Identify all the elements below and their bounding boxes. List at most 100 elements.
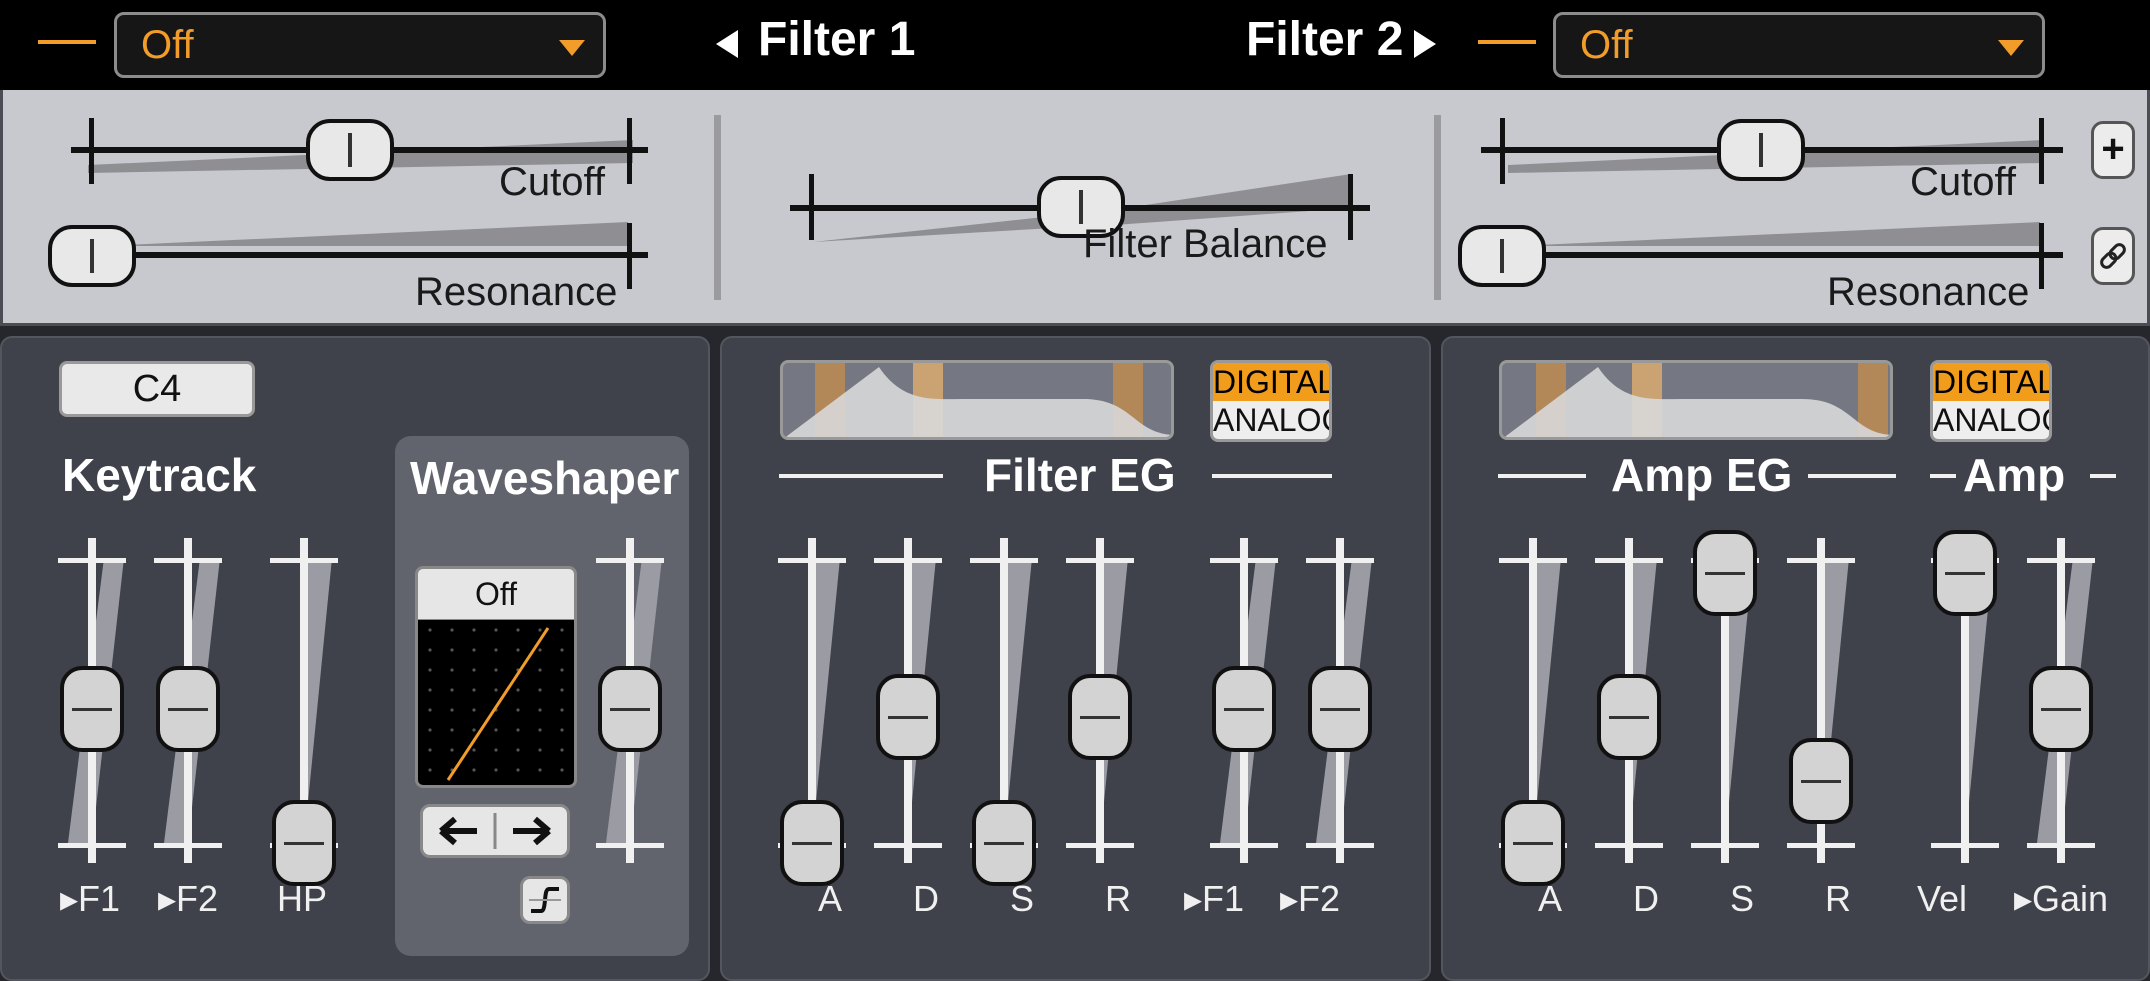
tick (2039, 223, 2044, 289)
divider (2090, 474, 2116, 478)
filter1-resonance-knob[interactable] (48, 225, 136, 287)
tick (778, 558, 846, 563)
filter2-resonance-knob[interactable] (1458, 225, 1546, 287)
filter2-cutoff-knob[interactable] (1717, 119, 1805, 181)
tick (1595, 558, 1663, 563)
tick (1595, 843, 1663, 848)
tick (874, 558, 942, 563)
tick (809, 174, 814, 240)
digital-option[interactable]: DIGITAL (1213, 363, 1329, 401)
filter-eg-f2-slider-knob[interactable] (1308, 666, 1372, 752)
divider (1930, 474, 1956, 478)
filter2-title[interactable]: Filter 2 (1246, 12, 1403, 67)
waveshaper-curve (428, 627, 564, 781)
slider-label: ▸Gain (2013, 878, 2109, 919)
tick (596, 558, 664, 563)
amp-title: Amp (1963, 449, 2066, 501)
link-icon (2100, 243, 2126, 269)
filter2-resonance-track[interactable] (1508, 252, 2063, 258)
filter1-title[interactable]: Filter 1 (758, 12, 915, 67)
dropdown-arrow-icon (559, 40, 585, 56)
tick (270, 558, 338, 563)
link-button[interactable] (2091, 227, 2135, 285)
filter-eg-attack-slider-knob[interactable] (780, 800, 844, 886)
tick (1066, 558, 1134, 563)
tick (154, 843, 222, 848)
filter-eg-mode-switch[interactable]: DIGITAL ANALOG (1210, 360, 1332, 442)
waveshaper-slider-knob[interactable] (598, 666, 662, 752)
waveshaper-display (415, 620, 577, 788)
filter-eg-section: DIGITAL ANALOG Filter EG A D S R ▸F1 ▸F2 (720, 336, 1431, 981)
slider-label: R (1825, 878, 1851, 919)
add-button[interactable]: + (2091, 121, 2135, 179)
keytrack-section: C4 Keytrack Waveshaper Off ▸F1 ▸F2 HP (0, 336, 710, 981)
curve-button[interactable] (520, 876, 570, 924)
waveshaper-mode[interactable]: Off (415, 566, 577, 622)
filter1-resonance-track[interactable] (98, 252, 648, 258)
amp-eg-attack-slider-knob[interactable] (1501, 800, 1565, 886)
balance-label: Filter Balance (1083, 222, 1328, 266)
filter1-resonance-ramp (103, 222, 628, 246)
amp-eg-shape (1504, 363, 1890, 437)
slider-label: ▸F1 (1183, 878, 1245, 919)
chevron-right-icon[interactable] (1414, 30, 1436, 58)
filter1-type-value: Off (141, 23, 194, 67)
filter-panel: Cutoff Resonance Filter Balance Cutoff R… (0, 90, 2150, 326)
divider (1212, 474, 1332, 478)
filter2-type-value: Off (1580, 23, 1633, 67)
arrow-right-icon (513, 816, 551, 846)
filter2-resonance-label: Resonance (1827, 270, 2030, 314)
amp-eg-decay-slider-knob[interactable] (1597, 674, 1661, 760)
filter2-indicator (1478, 40, 1536, 44)
slider-label: S (1729, 878, 1754, 919)
tick (58, 843, 126, 848)
amp-eg-mode-switch[interactable]: DIGITAL ANALOG (1930, 360, 2052, 442)
keytrack-title: Keytrack (62, 449, 257, 501)
chevron-left-icon[interactable] (716, 30, 738, 58)
filter1-type-dropdown[interactable]: Off (114, 12, 606, 78)
filter1-cutoff-label: Cutoff (499, 160, 605, 204)
tick (1210, 558, 1278, 563)
analog-option[interactable]: ANALOG (1933, 401, 2049, 439)
slider-label: ▸F2 (157, 878, 219, 919)
separator (714, 115, 721, 300)
keytrack-note-field[interactable]: C4 (59, 361, 255, 417)
slider-label: Vel (1916, 878, 1968, 919)
amp-eg-sustain-slider-knob[interactable] (1693, 530, 1757, 616)
tick (1306, 843, 1374, 848)
tick (1066, 843, 1134, 848)
keytrack-f2-slider-knob[interactable] (156, 666, 220, 752)
tick (2027, 843, 2095, 848)
amp-gain-slider-knob[interactable] (2029, 666, 2093, 752)
filter2-resonance-ramp (1515, 222, 2040, 246)
tick (2027, 558, 2095, 563)
amp-eg-release-slider-knob[interactable] (1789, 738, 1853, 824)
amp-eg-display[interactable] (1499, 360, 1893, 440)
amp-eg-title: Amp EG (1611, 449, 1793, 501)
tick (1787, 558, 1855, 563)
divider (1808, 474, 1896, 478)
tick (154, 558, 222, 563)
digital-option[interactable]: DIGITAL (1933, 363, 2049, 401)
tick (1691, 843, 1759, 848)
waveshaper-title: Waveshaper (410, 452, 680, 504)
tick (89, 118, 94, 184)
filter-eg-display[interactable] (780, 360, 1174, 440)
amp-vel-slider-knob[interactable] (1933, 530, 1997, 616)
tick (627, 118, 632, 184)
filter-eg-sustain-slider-knob[interactable] (972, 800, 1036, 886)
filter-eg-f1-slider-knob[interactable] (1212, 666, 1276, 752)
filter-eg-release-slider-knob[interactable] (1068, 674, 1132, 760)
keytrack-hp-slider-knob[interactable] (272, 800, 336, 886)
filter2-cutoff-label: Cutoff (1910, 160, 2016, 204)
tick (1500, 118, 1505, 184)
filter1-resonance-label: Resonance (415, 270, 618, 314)
keytrack-f1-slider-knob[interactable] (60, 666, 124, 752)
filter-eg-decay-slider-knob[interactable] (876, 674, 940, 760)
filter1-cutoff-knob[interactable] (306, 119, 394, 181)
filter2-type-dropdown[interactable]: Off (1553, 12, 2045, 78)
waveshaper-arrows (439, 813, 551, 849)
waveshaper-nav[interactable] (420, 804, 570, 858)
amp-eg-section: DIGITAL ANALOG Amp EG Amp A D S R Vel ▸G… (1441, 336, 2150, 981)
analog-option[interactable]: ANALOG (1213, 401, 1329, 439)
